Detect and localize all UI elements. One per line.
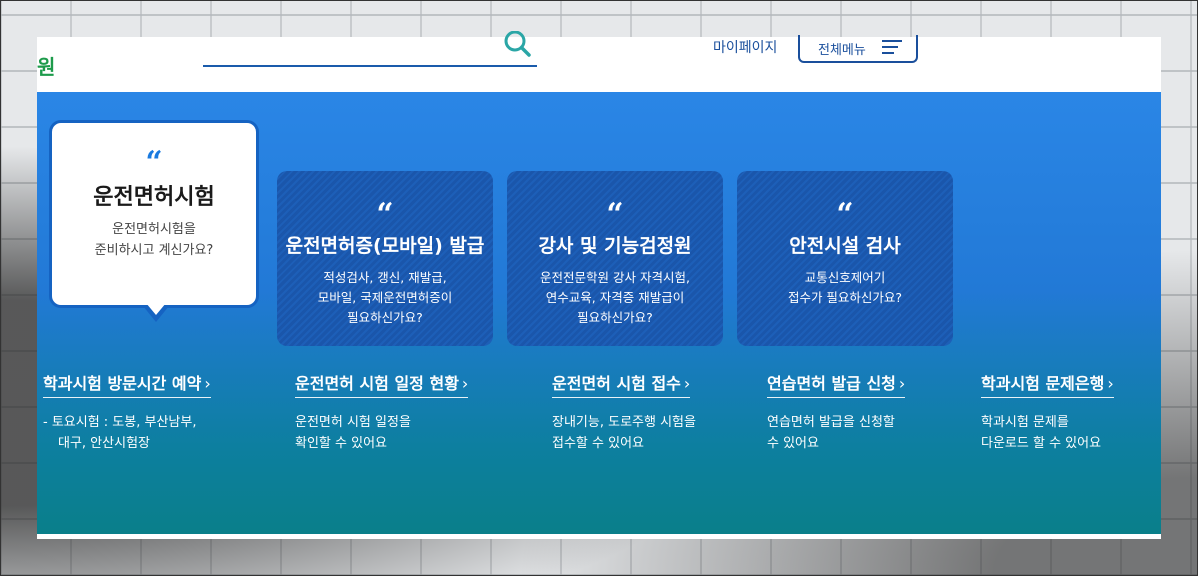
link-desc-line: 접수할 수 있어요 <box>552 436 644 451</box>
card-desc-line: 필요하신가요? <box>347 310 423 325</box>
active-card-pointer <box>143 303 169 322</box>
quote-icon: “ <box>606 197 624 232</box>
card-driving-test[interactable]: “ 운전면허시험 운전면허시험을 준비하시고 계신가요? <box>49 120 259 308</box>
chevron-right-icon: › <box>204 374 211 393</box>
chevron-right-icon: › <box>1107 374 1114 393</box>
card-desc-line: 모바일, 국제운전면허증이 <box>317 290 453 305</box>
quote-icon: “ <box>376 197 394 232</box>
hamburger-icon <box>882 40 902 54</box>
card-desc-line: 운전전문학원 강사 자격시험, <box>540 270 690 285</box>
link-desc-line: 운전면허 시험 일정을 <box>295 415 411 430</box>
search-icon[interactable] <box>503 31 533 59</box>
search-bar <box>203 31 537 67</box>
link-desc-line: - 토요시험 : 도봉, 부산남부, <box>43 415 197 430</box>
chevron-right-icon: › <box>461 374 469 393</box>
card-desc-line: 필요하신가요? <box>577 310 653 325</box>
link-description: 운전면허 시험 일정을 확인할 수 있어요 <box>295 412 411 454</box>
link-title-text: 운전면허 시험 접수 <box>552 374 681 393</box>
quote-icon: “ <box>836 197 854 232</box>
link-desc-line: 수 있어요 <box>767 436 819 451</box>
card-description: 적성검사, 갱신, 재발급, 모바일, 국제운전면허증이 필요하신가요? <box>277 268 493 328</box>
card-safety-inspection[interactable]: “ 안전시설 검사 교통신호제어기 접수가 필요하신가요? <box>737 171 953 346</box>
card-license-issue[interactable]: “ 운전면허증(모바일) 발급 적성검사, 갱신, 재발급, 모바일, 국제운전… <box>277 171 493 346</box>
link-exam-registration[interactable]: 운전면허 시험 접수 › <box>552 370 691 398</box>
main-banner: “ 운전면허시험 운전면허시험을 준비하시고 계신가요? “ 운전면허증(모바일… <box>37 92 1161 534</box>
quote-icon: “ <box>145 145 163 180</box>
card-description: 운전면허시험을 준비하시고 계신가요? <box>52 219 256 261</box>
link-title-text: 학과시험 방문시간 예약 <box>43 374 202 393</box>
link-title-text: 연습면허 발급 신청 <box>767 374 896 393</box>
link-description: - 토요시험 : 도봉, 부산남부, 대구, 안산시험장 <box>43 412 196 454</box>
card-description: 운전전문학원 강사 자격시험, 연수교육, 자격증 재발급이 필요하신가요? <box>507 268 723 328</box>
link-title-text: 학과시험 문제은행 <box>981 374 1105 393</box>
link-title-text: 운전면허 시험 일정 현황 <box>295 374 459 393</box>
link-desc-line: 연습면허 발급을 신청할 <box>767 415 895 430</box>
card-desc-line: 운전면허시험을 <box>112 222 196 237</box>
chevron-right-icon: › <box>898 374 906 393</box>
link-learner-permit[interactable]: 연습면허 발급 신청 › <box>767 370 906 398</box>
link-desc-line: 학과시험 문제를 <box>981 415 1069 430</box>
card-description: 교통신호제어기 접수가 필요하신가요? <box>737 268 953 308</box>
link-visit-reservation[interactable]: 학과시험 방문시간 예약 › <box>43 370 211 398</box>
chevron-right-icon: › <box>683 374 691 393</box>
card-title: 안전시설 검사 <box>789 235 901 257</box>
link-description: 연습면허 발급을 신청할 수 있어요 <box>767 412 895 454</box>
site-header: 원 마이페이지 전체메뉴 <box>37 31 1161 92</box>
card-desc-line: 적성검사, 갱신, 재발급, <box>323 270 447 285</box>
card-instructor[interactable]: “ 강사 및 기능검정원 운전전문학원 강사 자격시험, 연수교육, 자격증 재… <box>507 171 723 346</box>
link-desc-line: 대구, 안산시험장 <box>58 436 150 451</box>
all-menu-label: 전체메뉴 <box>818 42 866 58</box>
link-description: 학과시험 문제를 다운로드 할 수 있어요 <box>981 412 1101 454</box>
card-title: 운전면허증(모바일) 발급 <box>285 235 485 257</box>
all-menu-button[interactable]: 전체메뉴 <box>798 35 918 63</box>
card-desc-line: 접수가 필요하신가요? <box>787 290 903 305</box>
site-logo[interactable]: 원 <box>37 51 55 80</box>
card-desc-line: 연수교육, 자격증 재발급이 <box>545 290 685 305</box>
card-title: 운전면허시험 <box>93 185 215 210</box>
card-desc-line: 준비하시고 계신가요? <box>94 243 214 258</box>
link-exam-schedule[interactable]: 운전면허 시험 일정 현황 › <box>295 370 469 398</box>
mypage-link[interactable]: 마이페이지 <box>713 37 777 57</box>
link-description: 장내기능, 도로주행 시험을 접수할 수 있어요 <box>552 412 696 454</box>
card-desc-line: 교통신호제어기 <box>804 270 886 285</box>
link-question-bank[interactable]: 학과시험 문제은행 › <box>981 370 1114 398</box>
link-desc-line: 다운로드 할 수 있어요 <box>981 436 1102 451</box>
link-desc-line: 확인할 수 있어요 <box>295 436 387 451</box>
link-desc-line: 장내기능, 도로주행 시험을 <box>552 415 696 430</box>
search-input[interactable] <box>203 37 497 65</box>
bottom-divider <box>37 534 1161 539</box>
card-title: 강사 및 기능검정원 <box>538 235 692 257</box>
